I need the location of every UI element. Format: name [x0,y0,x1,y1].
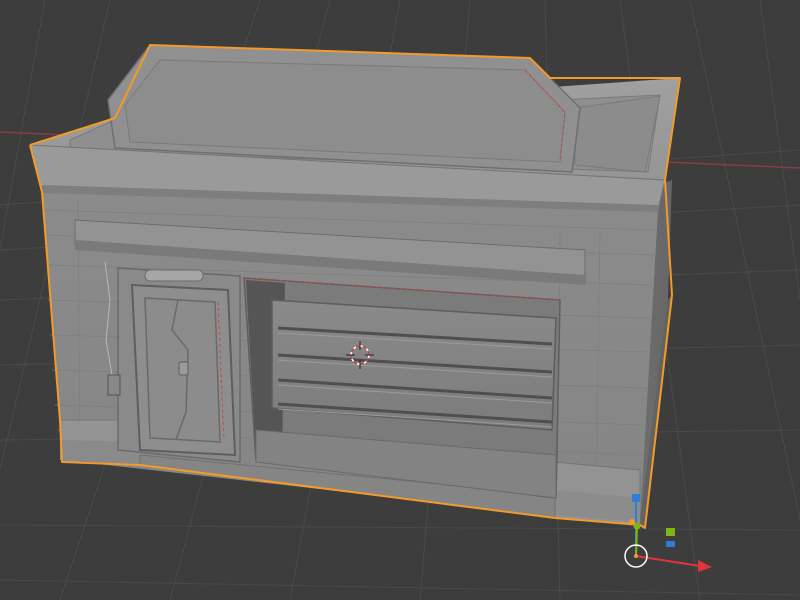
gizmo-y-handle-icon[interactable] [633,522,641,530]
selected-building-mesh[interactable] [29,44,681,529]
door[interactable] [117,267,241,463]
garage[interactable] [243,277,561,499]
switch-box-icon [107,374,121,396]
garage-shutter [271,299,557,431]
gizmo-plane-yz-icon[interactable] [666,528,675,536]
viewport-scene[interactable] [0,0,800,600]
gizmo-plane-xz-icon[interactable] [666,541,675,547]
door-handle-icon[interactable] [178,361,189,376]
light-fixture [144,269,204,282]
gizmo-z-handle-icon[interactable] [632,494,640,502]
gizmo-y-axis[interactable] [635,526,638,557]
gizmo-x-arrow-icon[interactable] [698,560,712,572]
gizmo-center-dot-icon [634,554,638,558]
roof-inner-right [574,95,661,173]
3d-viewport[interactable] [0,0,800,600]
